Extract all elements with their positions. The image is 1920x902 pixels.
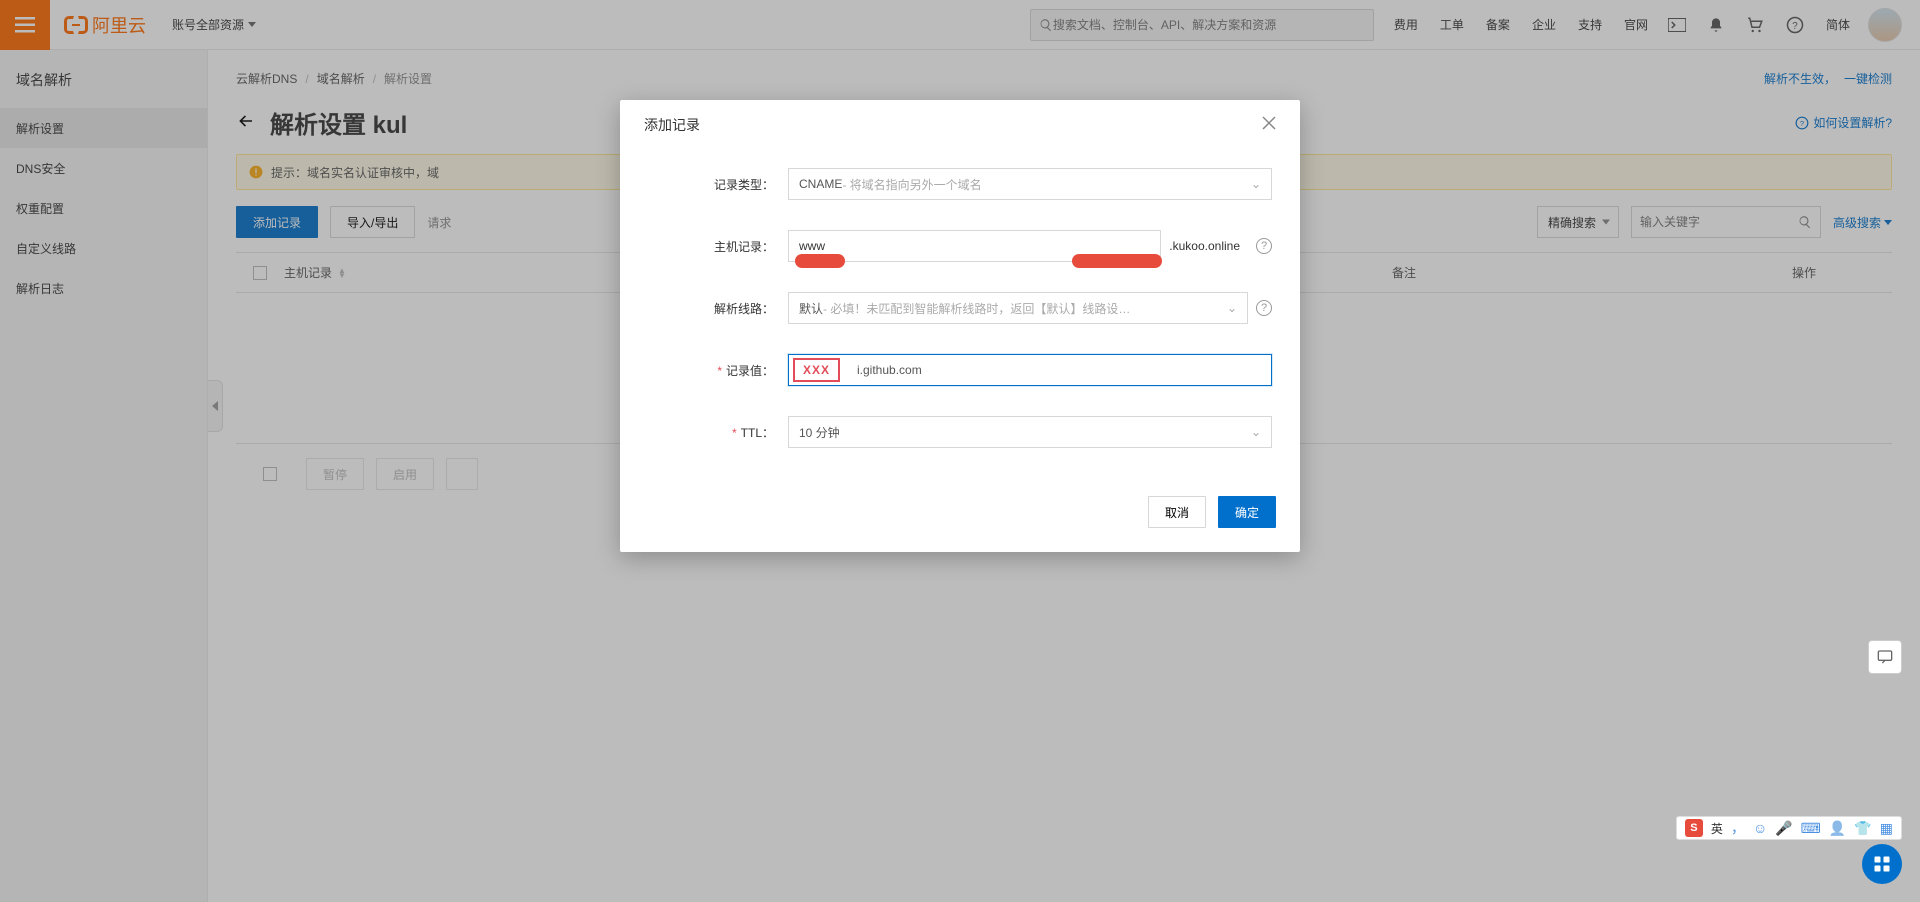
ime-skin-icon[interactable]: 👕 (1854, 820, 1871, 837)
ime-voice-icon[interactable]: 🎤 (1775, 820, 1792, 837)
ttl-value: 10 分钟 (799, 424, 840, 441)
domain-suffix: .kukoo.online (1169, 239, 1240, 253)
ime-toolbox-icon[interactable]: ▦ (1880, 820, 1893, 837)
add-record-modal: 添加记录 记录类型： CNAME - 将域名指向另外一个域名 ⌄ 主机记录： (620, 100, 1300, 552)
feedback-bubble[interactable] (1868, 640, 1902, 674)
chat-icon (1876, 649, 1894, 665)
record-type-select[interactable]: CNAME - 将域名指向另外一个域名 ⌄ (788, 168, 1272, 200)
sogou-logo-icon: S (1685, 819, 1703, 837)
ime-toolbar[interactable]: S 英 ， ☺ 🎤 ⌨ 👤 👕 ▦ (1676, 816, 1902, 840)
info-icon[interactable]: ? (1256, 238, 1272, 254)
redaction-box: XXX (793, 358, 840, 382)
record-type-desc: - 将域名指向另外一个域名 (842, 176, 981, 193)
ime-person-icon[interactable]: 👤 (1829, 820, 1846, 837)
redaction-mark (1072, 254, 1162, 268)
chevron-down-icon: ⌄ (1251, 425, 1261, 439)
label-record-type: 记录类型： (648, 176, 788, 193)
ttl-select[interactable]: 10 分钟 ⌄ (788, 416, 1272, 448)
close-icon (1262, 116, 1276, 130)
line-select[interactable]: 默认 - 必填！未匹配到智能解析线路时，返回【默认】线路设… ⌄ (788, 292, 1248, 324)
ime-emoji-icon[interactable]: ☺ (1753, 820, 1767, 836)
line-value: 默认 (799, 300, 823, 317)
record-type-value: CNAME (799, 177, 842, 191)
chevron-down-icon: ⌄ (1227, 301, 1237, 315)
ime-punct-icon[interactable]: ， (1731, 818, 1745, 838)
line-desc: - 必填！未匹配到智能解析线路时，返回【默认】线路设… (823, 300, 1130, 317)
host-input-wrapper (788, 230, 1161, 262)
confirm-button[interactable]: 确定 (1218, 496, 1276, 528)
record-value-input-wrapper: XXX i.github.com (788, 354, 1272, 386)
label-host: 主机记录： (648, 238, 788, 255)
cancel-button[interactable]: 取消 (1148, 496, 1206, 528)
host-input[interactable] (799, 239, 1150, 253)
apps-fab[interactable] (1862, 844, 1902, 884)
info-icon[interactable]: ? (1256, 300, 1272, 316)
chevron-down-icon: ⌄ (1251, 177, 1261, 191)
modal-close-button[interactable] (1262, 116, 1276, 135)
redaction-mark (795, 254, 845, 268)
label-value: 记录值： (648, 362, 788, 379)
label-line: 解析线路： (648, 300, 788, 317)
ime-lang[interactable]: 英 (1711, 820, 1723, 837)
grid-icon (1873, 855, 1891, 873)
ime-keyboard-icon[interactable]: ⌨ (1801, 820, 1821, 837)
label-ttl: TTL： (648, 424, 788, 441)
modal-title: 添加记录 (644, 115, 700, 135)
